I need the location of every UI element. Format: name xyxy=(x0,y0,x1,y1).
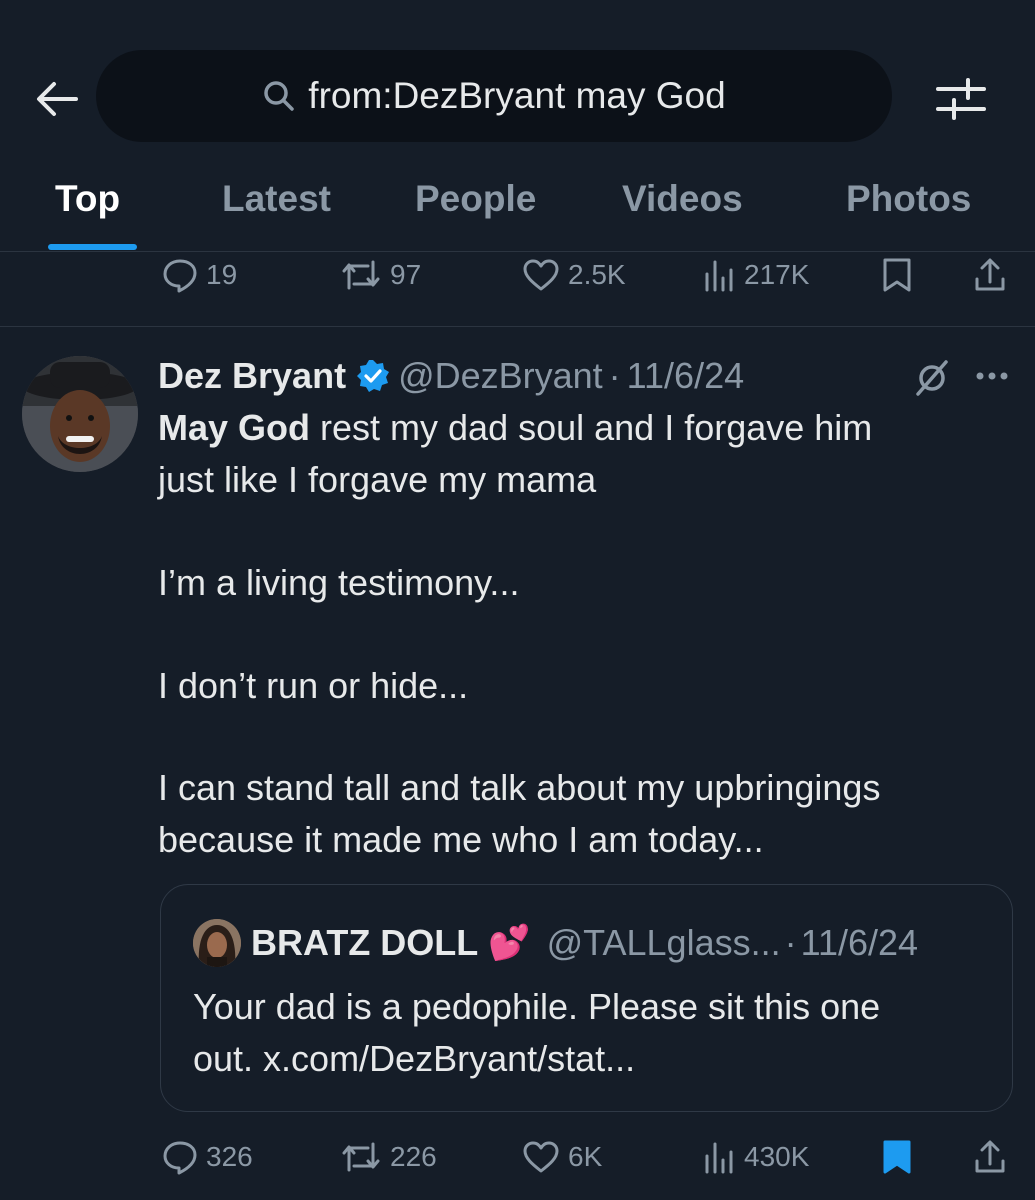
search-icon xyxy=(264,81,295,111)
top-bar: from:DezBryant may God xyxy=(0,0,1035,150)
repost-button[interactable]: 97 xyxy=(340,250,421,300)
tweet-text-segment: rest my dad soul and I forgave him xyxy=(310,407,873,448)
share-button[interactable] xyxy=(972,250,1016,300)
reply-count: 19 xyxy=(206,259,238,290)
filter-sliders-icon[interactable] xyxy=(934,74,988,124)
reply-icon xyxy=(163,1141,197,1175)
bookmark-filled-icon xyxy=(883,1140,911,1174)
author-name[interactable]: Dez Bryant xyxy=(158,355,346,397)
tweet-actions: 326 226 6K 430K xyxy=(0,1132,1035,1182)
tweet-divider xyxy=(0,326,1035,327)
quoted-tweet-text: Your dad is a pedophile. Please sit this… xyxy=(193,981,993,1085)
views-bar-chart-icon xyxy=(705,1142,733,1174)
tweet-text-line: because it made me who I am today... xyxy=(158,819,764,860)
verified-badge-icon xyxy=(357,360,390,392)
author-avatar[interactable] xyxy=(22,356,138,472)
grok-icon[interactable] xyxy=(912,358,952,403)
like-button[interactable]: 6K xyxy=(522,1132,602,1182)
two-hearts-emoji: 💕 xyxy=(488,924,531,962)
share-icon xyxy=(975,258,1005,291)
views-count: 430K xyxy=(744,1141,810,1172)
quoted-tweet[interactable]: BRATZ DOLL 💕 @TALLglass... · 11/6/24 You… xyxy=(160,884,1013,1112)
tweet-date[interactable]: 11/6/24 xyxy=(627,355,744,397)
like-button[interactable]: 2.5K xyxy=(522,250,626,300)
repost-count: 97 xyxy=(390,259,422,290)
repost-icon xyxy=(342,260,380,290)
reply-button[interactable]: 326 xyxy=(162,1132,253,1182)
quoted-author-name: BRATZ DOLL xyxy=(251,922,479,963)
views-button[interactable]: 217K xyxy=(702,250,809,300)
share-icon xyxy=(975,1140,1005,1173)
separator-dot: · xyxy=(608,355,621,396)
highlighted-search-term: May God xyxy=(158,407,311,448)
views-count: 217K xyxy=(744,259,810,290)
quoted-author-handle: @TALLglass... xyxy=(546,922,781,963)
separator-dot: · xyxy=(784,922,797,963)
more-options-icon[interactable] xyxy=(972,364,1012,393)
author-handle[interactable]: @DezBryant xyxy=(398,355,603,397)
reply-count: 326 xyxy=(206,1141,253,1172)
bookmark-icon xyxy=(883,258,911,292)
like-count: 2.5K xyxy=(568,259,626,290)
tweet-text-line: I can stand tall and talk about my upbri… xyxy=(158,767,881,808)
search-input[interactable]: from:DezBryant may God xyxy=(96,50,892,142)
search-tabs: Top Latest People Videos Photos xyxy=(0,160,1035,252)
tweet-text-line: May God rest my dad soul and I forgave h… xyxy=(158,402,1018,454)
quoted-text-line: out. x.com/DezBryant/stat... xyxy=(193,1038,636,1079)
repost-button[interactable]: 226 xyxy=(340,1132,437,1182)
tab-photos[interactable]: Photos xyxy=(846,178,971,220)
quoted-tweet-date: 11/6/24 xyxy=(800,922,919,963)
tweet-text-line: just like I forgave my mama xyxy=(158,459,597,500)
quoted-text-line: Your dad is a pedophile. Please sit this… xyxy=(193,986,881,1027)
bookmark-button[interactable] xyxy=(880,250,922,300)
back-arrow-icon[interactable] xyxy=(30,72,84,126)
repost-count: 226 xyxy=(390,1141,437,1172)
heart-icon xyxy=(523,259,559,291)
quoted-tweet-header: BRATZ DOLL 💕 @TALLglass... · 11/6/24 xyxy=(251,917,918,969)
tab-latest[interactable]: Latest xyxy=(222,178,331,220)
previous-tweet-actions: 19 97 2.5K 217K xyxy=(0,250,1035,300)
tab-top[interactable]: Top xyxy=(55,178,120,220)
heart-icon xyxy=(523,1141,559,1173)
repost-icon xyxy=(342,1142,380,1172)
tab-people[interactable]: People xyxy=(415,178,536,220)
tweet-header: Dez Bryant @DezBryant · 11/6/24 xyxy=(158,352,744,400)
reply-button[interactable]: 19 xyxy=(162,250,237,300)
quoted-author-avatar xyxy=(193,919,241,967)
reply-icon xyxy=(163,259,197,293)
tab-videos[interactable]: Videos xyxy=(622,178,743,220)
views-button[interactable]: 430K xyxy=(702,1132,809,1182)
bookmark-button-active[interactable] xyxy=(880,1132,922,1182)
tweet-text-line: I don’t run or hide... xyxy=(158,665,469,706)
search-query: from:DezBryant may God xyxy=(308,75,726,116)
share-button[interactable] xyxy=(972,1132,1016,1182)
views-bar-chart-icon xyxy=(705,260,733,292)
tweet-text-line: I’m a living testimony... xyxy=(158,562,520,603)
like-count: 6K xyxy=(568,1141,603,1172)
